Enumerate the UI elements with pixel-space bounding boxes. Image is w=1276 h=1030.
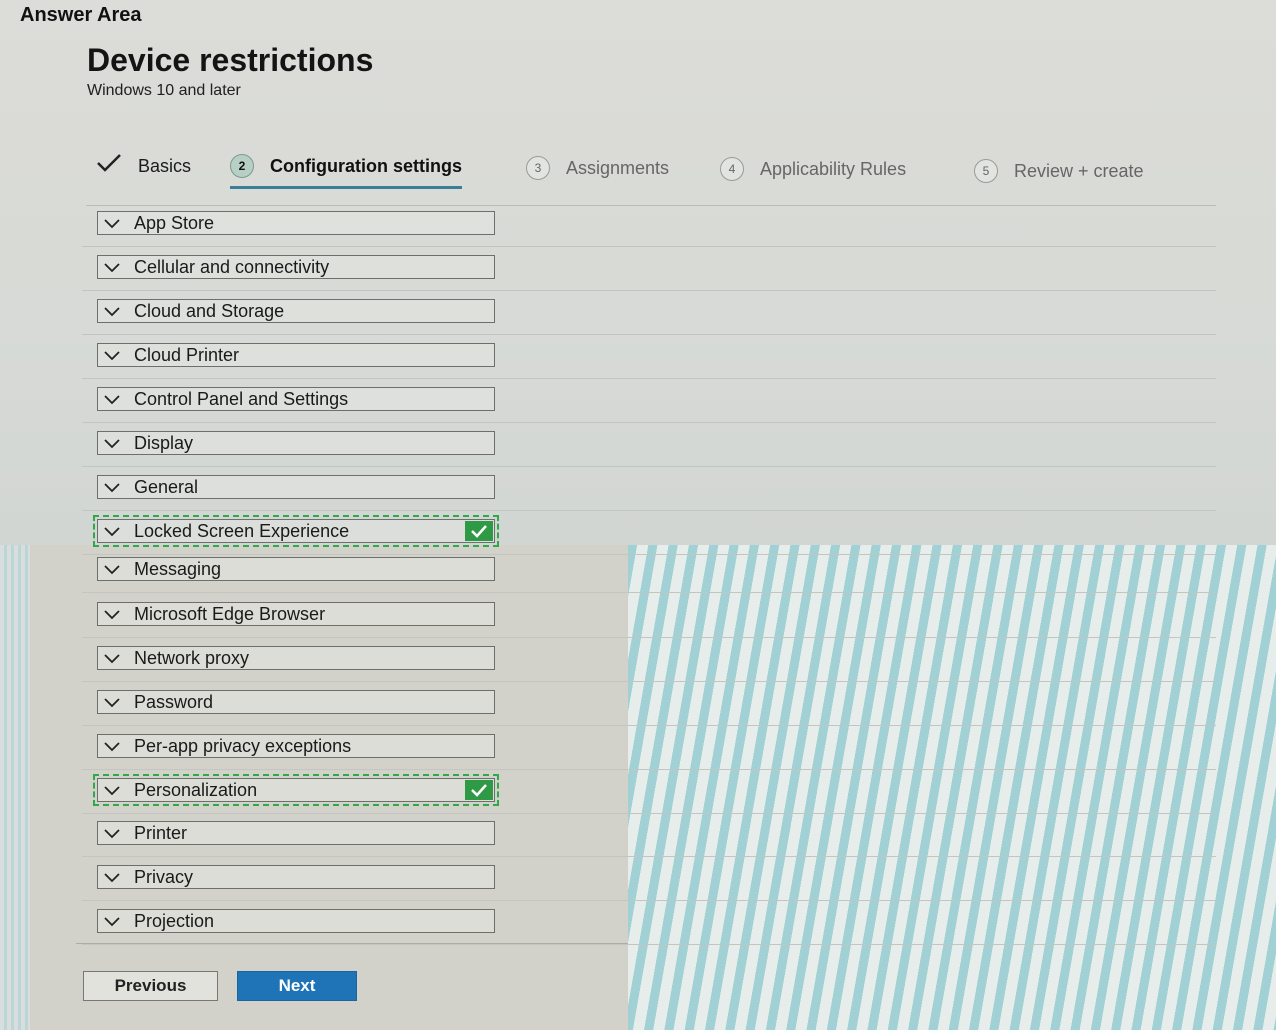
page-subtitle: Windows 10 and later	[87, 82, 241, 99]
row-divider	[82, 681, 1216, 682]
settings-item-microsoft-edge-browser[interactable]: Microsoft Edge Browser	[97, 602, 495, 626]
settings-item-display[interactable]: Display	[97, 431, 495, 455]
tab-basics[interactable]: Basics	[96, 146, 191, 186]
tab-label: Review + create	[1014, 160, 1144, 181]
settings-item-printer[interactable]: Printer	[97, 821, 495, 845]
settings-item-label: Projection	[134, 910, 215, 931]
selected-check-icon	[465, 780, 493, 800]
next-button[interactable]: Next	[237, 971, 357, 1001]
row-divider	[82, 466, 1216, 467]
row-divider	[82, 592, 1216, 593]
settings-item-label: Personalization	[134, 779, 258, 800]
row-divider	[82, 856, 1216, 857]
page-title: Device restrictions	[87, 42, 374, 78]
chevron-down-icon	[104, 561, 120, 577]
tabs-divider	[86, 205, 1216, 206]
tab-label: Assignments	[566, 157, 670, 178]
tab-assignments[interactable]: 3 Assignments	[526, 148, 669, 188]
settings-item-per-app-privacy-exceptions[interactable]: Per-app privacy exceptions	[97, 734, 495, 758]
selected-check-icon	[465, 521, 493, 541]
row-divider	[82, 769, 1216, 770]
settings-item-label: Locked Screen Experience	[134, 520, 350, 541]
settings-item-label: Microsoft Edge Browser	[134, 603, 326, 624]
settings-item-network-proxy[interactable]: Network proxy	[97, 646, 495, 670]
settings-item-control-panel-and-settings[interactable]: Control Panel and Settings	[97, 387, 495, 411]
chevron-down-icon	[104, 782, 120, 798]
chevron-down-icon	[104, 215, 120, 231]
background-left-strip	[0, 545, 30, 1030]
chevron-down-icon	[104, 650, 120, 666]
row-divider	[82, 944, 1216, 945]
row-divider	[82, 334, 1216, 335]
settings-item-cellular-and-connectivity[interactable]: Cellular and connectivity	[97, 255, 495, 279]
chevron-down-icon	[104, 913, 120, 929]
chevron-down-icon	[104, 606, 120, 622]
tab-applicability-rules[interactable]: 4 Applicability Rules	[720, 149, 906, 189]
chevron-down-icon	[104, 479, 120, 495]
step-number-badge: 3	[526, 156, 550, 180]
row-divider	[82, 813, 1216, 814]
chevron-down-icon	[104, 391, 120, 407]
settings-item-label: Messaging	[134, 558, 222, 579]
settings-item-label: Privacy	[134, 866, 194, 887]
settings-item-label: Display	[134, 432, 194, 453]
row-divider	[82, 422, 1216, 423]
step-number-badge: 2	[230, 154, 254, 178]
settings-item-label: General	[134, 476, 199, 497]
settings-item-personalization[interactable]: Personalization	[93, 774, 499, 806]
settings-item-label: Cellular and connectivity	[134, 256, 330, 277]
settings-item-general[interactable]: General	[97, 475, 495, 499]
chevron-down-icon	[104, 694, 120, 710]
chevron-down-icon	[104, 303, 120, 319]
row-divider	[82, 900, 1216, 901]
previous-button[interactable]: Previous	[83, 971, 218, 1001]
row-divider	[82, 554, 1216, 555]
wizard-tabs: Basics 2 Configuration settings 3 Assign…	[96, 146, 1216, 192]
settings-item-privacy[interactable]: Privacy	[97, 865, 495, 889]
step-number-badge: 5	[974, 159, 998, 183]
tab-label: Basics	[138, 155, 192, 176]
chevron-down-icon	[104, 435, 120, 451]
answer-area-label: Answer Area	[20, 4, 142, 26]
settings-item-app-store[interactable]: App Store	[97, 211, 495, 235]
chevron-down-icon	[104, 523, 120, 539]
tab-review-create[interactable]: 5 Review + create	[974, 151, 1144, 191]
chevron-down-icon	[104, 347, 120, 363]
settings-item-locked-screen-experience[interactable]: Locked Screen Experience	[93, 515, 499, 547]
row-divider	[82, 378, 1216, 379]
settings-item-label: Cloud and Storage	[134, 300, 285, 321]
row-divider	[82, 725, 1216, 726]
settings-item-label: Password	[134, 691, 214, 712]
chevron-down-icon	[104, 259, 120, 275]
chevron-down-icon	[104, 738, 120, 754]
settings-item-cloud-and-storage[interactable]: Cloud and Storage	[97, 299, 495, 323]
step-number-badge: 4	[720, 157, 744, 181]
tab-label: Applicability Rules	[760, 158, 907, 179]
settings-item-messaging[interactable]: Messaging	[97, 557, 495, 581]
settings-item-label: Printer	[134, 822, 188, 843]
settings-item-label: Cloud Printer	[134, 344, 240, 365]
chevron-down-icon	[104, 869, 120, 885]
settings-item-label: Control Panel and Settings	[134, 388, 349, 409]
row-divider	[82, 246, 1216, 247]
settings-item-cloud-printer[interactable]: Cloud Printer	[97, 343, 495, 367]
row-divider	[82, 510, 1216, 511]
settings-item-password[interactable]: Password	[97, 690, 495, 714]
settings-item-label: Network proxy	[134, 647, 250, 668]
chevron-down-icon	[104, 825, 120, 841]
tab-label: Configuration settings	[270, 155, 462, 176]
settings-item-label: Per-app privacy exceptions	[134, 735, 352, 756]
background-moire-area	[628, 545, 1276, 1030]
row-divider	[82, 637, 1216, 638]
checkmark-icon	[96, 153, 122, 179]
settings-item-label: App Store	[134, 212, 215, 233]
footer-divider	[76, 943, 628, 944]
settings-item-projection[interactable]: Projection	[97, 909, 495, 933]
row-divider	[82, 290, 1216, 291]
tab-configuration-settings[interactable]: 2 Configuration settings	[230, 146, 462, 189]
